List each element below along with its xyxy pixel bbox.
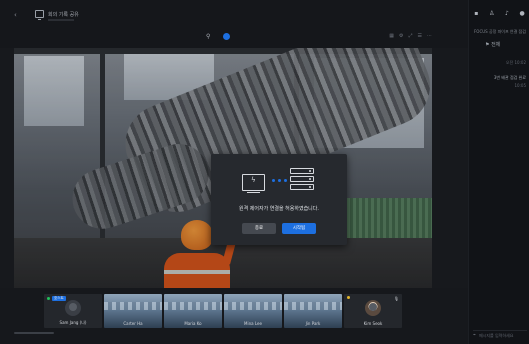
- grid-icon[interactable]: ▦: [389, 33, 394, 39]
- stage-toolbar: ⚲ ▦ ⚙ ⤢ ☰ ⋯: [0, 30, 468, 48]
- mic-icon: 🎙: [393, 296, 399, 301]
- lightning-icon: ϟ: [251, 176, 256, 184]
- chat-input-placeholder: 메시지를 입력하세요: [479, 333, 514, 338]
- avatar: [365, 300, 381, 316]
- participant-name: Sam Jang (나): [59, 320, 87, 325]
- filter-button[interactable]: ⚑ 전체: [485, 41, 500, 48]
- end-button[interactable]: 종료: [242, 223, 276, 234]
- online-indicator: [347, 296, 350, 299]
- participant-strip: 호스트 Sam Jang (나) Carter Ha Maria Ko Mina…: [0, 288, 468, 344]
- connecting-dots-icon: [272, 179, 287, 182]
- online-dot-icon: [347, 296, 350, 299]
- participant-tile[interactable]: Maria Ko: [164, 294, 222, 328]
- screen-share-icon: [35, 10, 44, 20]
- participant-tile[interactable]: Carter Ha: [104, 294, 162, 328]
- attach-icon[interactable]: ⌁: [473, 332, 476, 338]
- filter-label: 전체: [491, 42, 501, 48]
- record-dot-icon[interactable]: [223, 33, 230, 40]
- settings-icon[interactable]: ⚙: [399, 33, 403, 39]
- list-icon[interactable]: ☰: [418, 33, 422, 39]
- dialog-message: 원격 제어자가 연결을 허용하였습니다.: [239, 206, 319, 212]
- volume-icon[interactable]: ♪: [505, 10, 509, 17]
- top-bar: ‹ 회의 기록 공유: [0, 0, 529, 30]
- participant-name: Jin Park: [305, 321, 321, 326]
- view-tools: ▦ ⚙ ⤢ ☰ ⋯: [389, 33, 432, 39]
- layout-icon[interactable]: ⤢: [409, 33, 413, 39]
- strip-scrollbar[interactable]: [14, 332, 54, 334]
- participant-tile[interactable]: 🎙 Kim Seok: [344, 294, 402, 328]
- participant-name: Mina Lee: [244, 321, 262, 326]
- meeting-title: 회의 기록 공유: [48, 12, 79, 18]
- participant-name: Carter Ha: [123, 321, 143, 326]
- chat-timestamp: 오전 10:02: [505, 60, 526, 65]
- monitor-stand: [247, 192, 260, 193]
- chat-timestamp: 10:05: [514, 83, 526, 88]
- avatar: [65, 300, 81, 316]
- online-dot-icon: [47, 297, 50, 300]
- user-icon[interactable]: ●: [519, 10, 524, 17]
- chevron-left-icon[interactable]: ‹: [14, 11, 17, 19]
- host-badge: 호스트: [47, 296, 66, 301]
- chat-message: 3번 배관 점검 완료: [493, 75, 526, 80]
- panel-icons: ▪ ♙ ♪ ●: [469, 10, 529, 17]
- more-icon[interactable]: ⋯: [427, 33, 432, 39]
- meeting-subtitle-placeholder: [48, 19, 74, 21]
- host-label: 호스트: [52, 296, 66, 301]
- chat-panel: ▪ ♙ ♪ ● FOCUS 공정 파이프 연결 점검 ⚑ 전체 오전 10:02…: [468, 0, 529, 344]
- main-area: ⚲ ▦ ⚙ ⤢ ☰ ⋯ 호스트 Sam Jang (나) Carter Ha M…: [0, 30, 468, 344]
- participant-tile[interactable]: 호스트 Sam Jang (나): [44, 294, 102, 328]
- video-icon[interactable]: ▪: [474, 10, 478, 17]
- server-stack-icon: [290, 168, 314, 192]
- pin-icon[interactable]: ⚲: [206, 33, 210, 40]
- remote-control-dialog: ϟ 원격 제어자가 연결을 허용하였습니다. 종료 시작됨: [211, 154, 347, 245]
- participant-name: Kim Seok: [363, 321, 383, 326]
- participant-tile[interactable]: Mina Lee: [224, 294, 282, 328]
- person-icon[interactable]: ♙: [489, 10, 494, 17]
- start-button[interactable]: 시작됨: [282, 223, 316, 234]
- participant-tile[interactable]: Jin Park: [284, 294, 342, 328]
- participant-name: Maria Ko: [184, 321, 202, 326]
- panel-header: FOCUS 공정 파이프 연결 점검: [474, 29, 526, 34]
